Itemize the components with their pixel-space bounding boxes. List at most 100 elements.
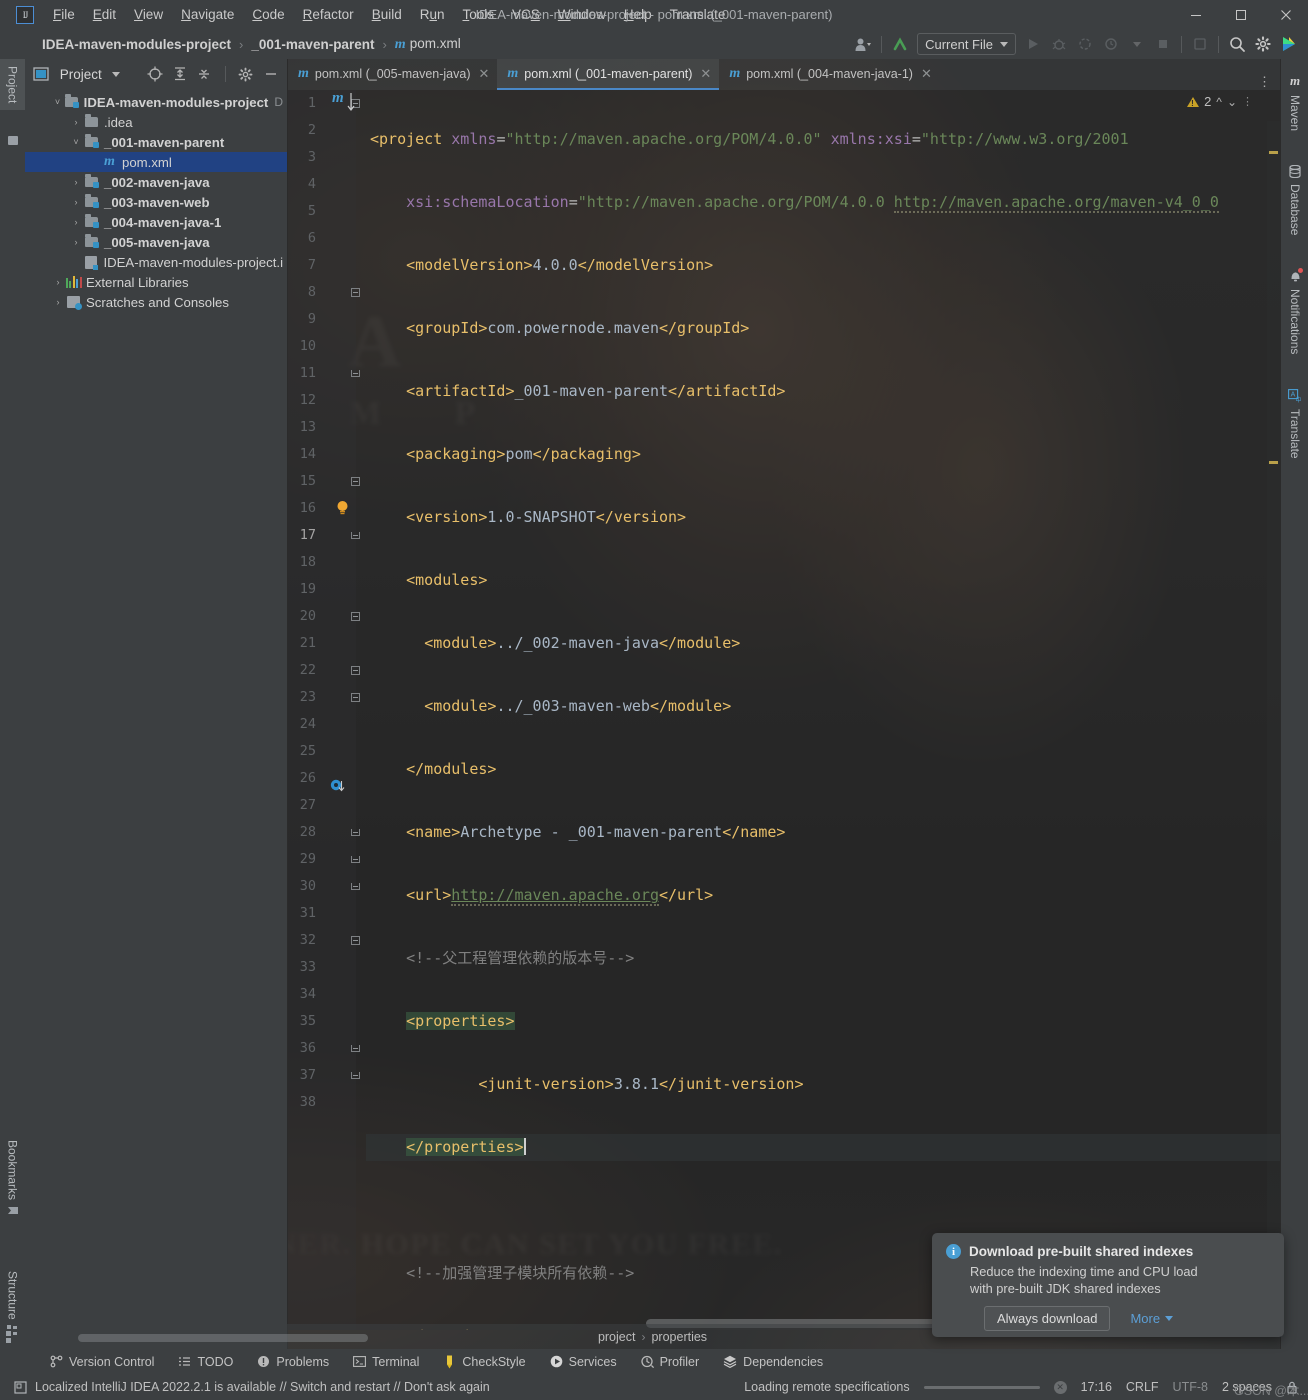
tree-node--002-maven-java[interactable]: › _002-maven-java	[25, 172, 287, 192]
toolwindow-problems[interactable]: Problems	[245, 1352, 341, 1372]
more-link[interactable]: More	[1130, 1311, 1174, 1326]
project-tree[interactable]: ˅ IDEA-maven-modules-project D › .idea ˅ _001-…	[25, 89, 287, 1349]
code-fold-marker[interactable]	[350, 873, 361, 900]
chevron-right-icon[interactable]: ›	[69, 237, 83, 247]
code-fold-marker[interactable]	[350, 522, 361, 549]
tree-node--idea[interactable]: › .idea	[25, 112, 287, 132]
maven-gutter-icon[interactable]: m	[332, 90, 344, 107]
chevron-down-icon[interactable]: ˅	[69, 137, 83, 147]
breadcrumb-properties[interactable]: properties	[651, 1330, 707, 1344]
code-fold-marker[interactable]	[350, 468, 361, 495]
editor-tab-0[interactable]: m pom.xml (_005-maven-java) ✕	[288, 59, 497, 90]
expand-all-icon[interactable]	[169, 63, 190, 85]
hide-tool-window-icon[interactable]	[260, 63, 281, 85]
collapse-all-icon[interactable]	[194, 63, 215, 85]
account-icon[interactable]	[850, 32, 876, 56]
close-tab-icon[interactable]: ✕	[479, 66, 490, 82]
menu-view[interactable]: View	[125, 3, 172, 26]
bottom-scroll-thumb[interactable]	[78, 1334, 368, 1342]
menu-help[interactable]: Help	[615, 3, 661, 26]
toolwindow-services[interactable]: Services	[538, 1352, 629, 1372]
run-configuration-selector[interactable]: Current File	[917, 33, 1016, 55]
editor-tab-1[interactable]: m pom.xml (_001-maven-parent) ✕	[497, 59, 720, 90]
close-tab-icon[interactable]: ✕	[921, 66, 932, 82]
editor-gutter[interactable]: 1 2 3 4 5 6 7 8 9 10 11 12 13 14 15 16 17 18 19 20 21 22 23 24 2…	[288, 90, 360, 1330]
ide-update-message[interactable]: Localized IntelliJ IDEA 2022.2.1 is avai…	[35, 1380, 490, 1394]
project-settings-gear-icon[interactable]	[236, 63, 257, 85]
next-problem-icon[interactable]: ⌄	[1227, 95, 1237, 109]
inspections-menu-icon[interactable]: ⋮	[1242, 95, 1254, 108]
tree-node-external-libraries[interactable]: › External Libraries	[25, 272, 287, 292]
inspection-widget[interactable]: 2 ^ ⌄ ⋮	[1187, 94, 1254, 109]
chevron-right-icon[interactable]: ›	[69, 177, 83, 187]
code-fold-marker[interactable]	[350, 1062, 361, 1089]
tree-node-pom-xml[interactable]: m pom.xml	[25, 152, 287, 172]
code-fold-marker[interactable]	[350, 846, 361, 873]
code-fold-marker[interactable]	[350, 684, 361, 711]
profile-button[interactable]	[1098, 32, 1124, 56]
update-project-icon[interactable]	[887, 32, 913, 56]
more-run-options-icon[interactable]	[1124, 32, 1150, 56]
code-fold-marker[interactable]	[350, 360, 361, 387]
tree-node-idea-maven-modules-project[interactable]: ˅ IDEA-maven-modules-project D	[25, 92, 287, 112]
breadcrumb-item-2[interactable]: m pom.xml	[391, 34, 465, 55]
toolwindow-todo[interactable]: TODO	[166, 1352, 245, 1372]
menu-navigate[interactable]: Navigate	[172, 3, 243, 26]
toolwindow-terminal[interactable]: Terminal	[341, 1352, 431, 1372]
always-download-button[interactable]: Always download	[984, 1306, 1111, 1331]
sidebar-item-bookmarks[interactable]: Bookmarks	[0, 1133, 25, 1223]
previous-problem-icon[interactable]: ^	[1216, 95, 1222, 109]
code-text[interactable]: <project xmlns="http://maven.apache.org/…	[366, 90, 1280, 1330]
tree-node-idea-maven-modules-project-i[interactable]: IDEA-maven-modules-project.i	[25, 252, 287, 272]
line-separator-indicator[interactable]: CRLF	[1126, 1380, 1159, 1394]
clock-time[interactable]: 17:16	[1081, 1380, 1112, 1394]
gear-icon[interactable]	[1250, 32, 1276, 56]
tree-node-scratches-and-consoles[interactable]: › Scratches and Consoles	[25, 292, 287, 312]
tree-node--001-maven-parent[interactable]: ˅ _001-maven-parent	[25, 132, 287, 152]
ide-feature-trainer-icon[interactable]	[1276, 32, 1308, 56]
menu-edit[interactable]: Edit	[84, 3, 125, 26]
encoding-indicator[interactable]: UTF-8	[1173, 1380, 1208, 1394]
editor-tab-2[interactable]: m pom.xml (_004-maven-java-1) ✕	[719, 59, 940, 90]
toolwindow-profiler[interactable]: Profiler	[629, 1352, 712, 1372]
menu-refactor[interactable]: Refactor	[294, 3, 363, 26]
menu-code[interactable]: Code	[243, 3, 293, 26]
breadcrumb-item-1[interactable]: _001-maven-parent	[247, 35, 378, 54]
menu-window[interactable]: Window	[549, 3, 615, 26]
chevron-right-icon[interactable]: ›	[69, 117, 83, 127]
code-editor[interactable]: 1 2 3 4 5 6 7 8 9 10 11 12 13 14 15 16 17 18 19 20 21 22 23 24 2…	[288, 90, 1280, 1330]
chevron-right-icon[interactable]: ›	[69, 197, 83, 207]
search-everywhere-icon[interactable]	[1224, 32, 1250, 56]
tree-node--005-maven-java[interactable]: › _005-maven-java	[25, 232, 287, 252]
menu-run[interactable]: Run	[411, 3, 454, 26]
sidebar-item-project[interactable]: Project	[0, 59, 25, 111]
sidebar-item-maven[interactable]: m Maven	[1281, 65, 1308, 139]
menu-vcs[interactable]: VCS	[503, 3, 549, 26]
maven-dependency-gutter-icon[interactable]	[330, 778, 346, 794]
tree-node--003-maven-web[interactable]: › _003-maven-web	[25, 192, 287, 212]
toolwindow-dependencies[interactable]: Dependencies	[711, 1352, 835, 1372]
code-fold-marker[interactable]	[350, 657, 361, 684]
minimize-button[interactable]	[1173, 0, 1218, 29]
cancel-task-icon[interactable]: ✕	[1053, 1380, 1067, 1394]
intention-bulb-icon[interactable]	[336, 500, 349, 516]
menu-file[interactable]: File	[44, 3, 84, 26]
code-fold-marker[interactable]	[350, 279, 361, 306]
menu-translate[interactable]: Translate	[661, 3, 735, 26]
ide-update-icon[interactable]	[14, 1380, 27, 1394]
notifications-toolbar-icon[interactable]	[1187, 32, 1213, 56]
code-fold-marker[interactable]	[350, 1035, 361, 1062]
notification-popup[interactable]: i Download pre-built shared indexes Redu…	[932, 1233, 1284, 1337]
chevron-right-icon[interactable]: ›	[69, 217, 83, 227]
close-tab-icon[interactable]: ✕	[700, 66, 711, 82]
structure-toggle-icon[interactable]	[6, 1331, 18, 1343]
code-fold-marker[interactable]	[350, 603, 361, 630]
editor-vertical-scrollbar[interactable]	[1267, 121, 1280, 1311]
toolwindow-version-control[interactable]: Version Control	[38, 1352, 166, 1372]
code-fold-marker[interactable]	[350, 819, 361, 846]
breadcrumb-project[interactable]: project	[598, 1330, 636, 1344]
toolwindow-checkstyle[interactable]: CheckStyle	[431, 1352, 537, 1372]
indent-indicator[interactable]: 2 spaces GSON @木...	[1222, 1380, 1308, 1398]
sidebar-item-notifications[interactable]: Notifications	[1281, 261, 1308, 362]
project-view-chevron-down-icon[interactable]	[106, 63, 127, 85]
